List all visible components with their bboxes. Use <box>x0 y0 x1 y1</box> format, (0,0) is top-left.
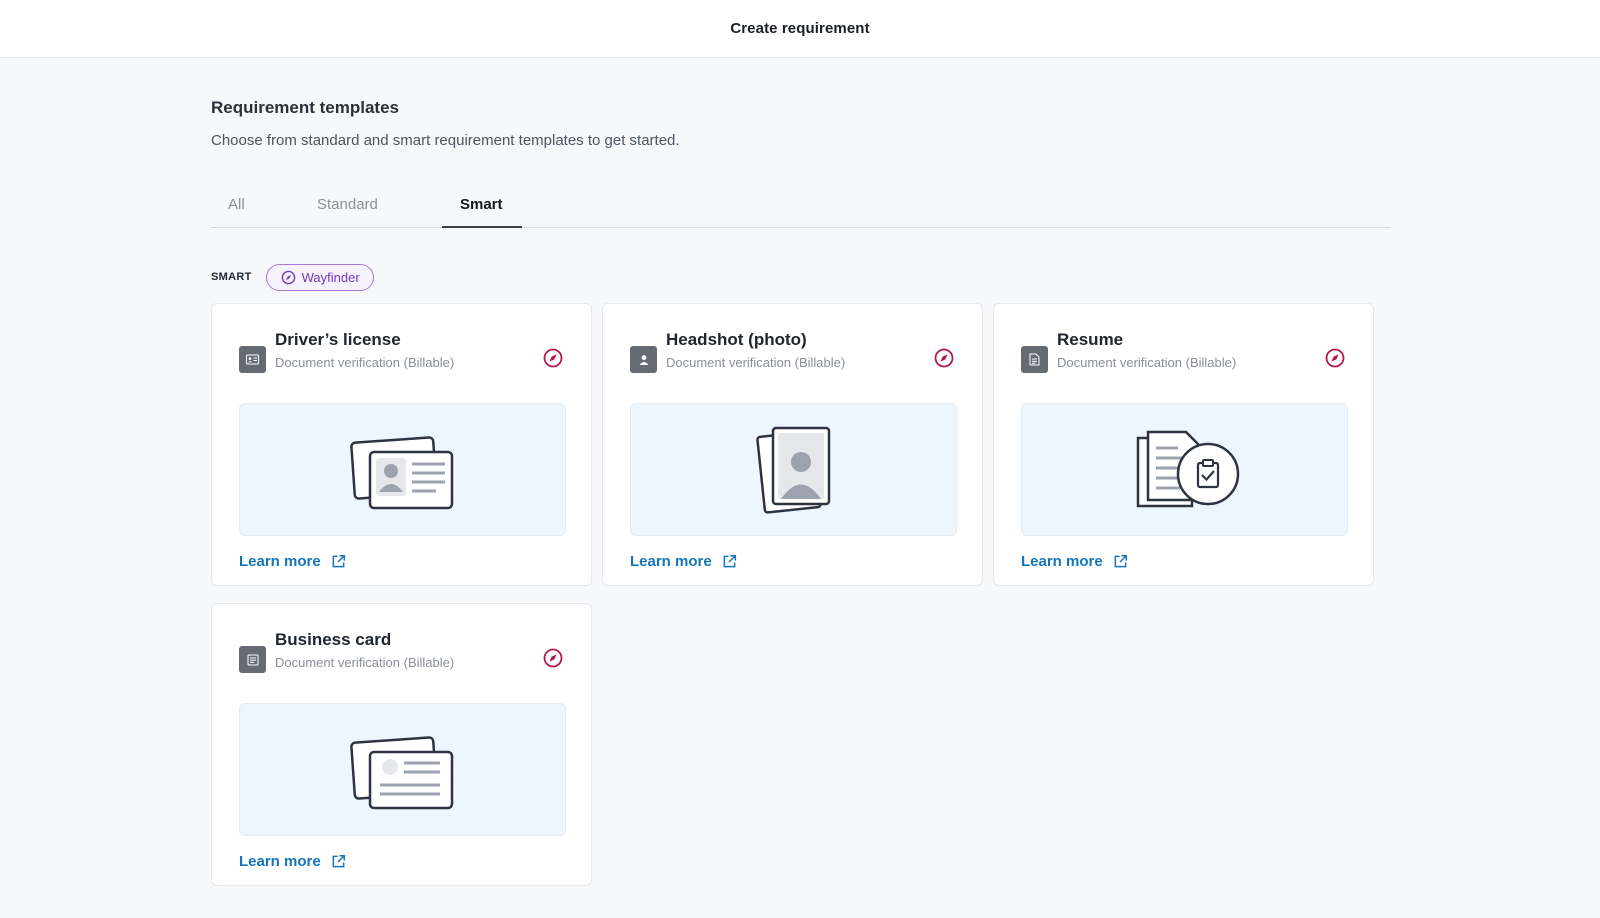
template-card-business-card[interactable]: Business card Document verification (Bil… <box>211 603 592 886</box>
learn-more-label: Learn more <box>239 553 321 570</box>
learn-more-label: Learn more <box>239 853 321 870</box>
resume-illustration <box>1021 403 1348 536</box>
drivers-license-illustration <box>239 403 566 536</box>
learn-more-label: Learn more <box>630 553 712 570</box>
wayfinder-chip[interactable]: Wayfinder <box>265 263 374 291</box>
card-title: Driver’s license <box>275 330 401 349</box>
learn-more-link[interactable]: Learn more <box>1021 553 1128 570</box>
template-card-headshot[interactable]: Headshot (photo) Document verification (… <box>602 303 983 586</box>
compass-icon[interactable] <box>933 347 955 369</box>
card-icon <box>239 646 266 673</box>
compass-icon[interactable] <box>1324 347 1346 369</box>
section-title: Requirement templates <box>211 98 399 117</box>
wayfinder-chip-label: Wayfinder <box>301 269 360 285</box>
card-title: Resume <box>1057 330 1124 349</box>
card-subtitle: Document verification (Billable) <box>666 355 846 370</box>
template-tabs: All Standard Smart <box>211 186 1391 228</box>
external-link-icon <box>1114 554 1127 568</box>
tab-all[interactable]: All <box>228 196 245 213</box>
template-card-drivers-license[interactable]: Driver’s license Document verification (… <box>211 303 592 586</box>
card-subtitle: Document verification (Billable) <box>275 355 455 370</box>
top-bar: Create requirement <box>0 0 1600 58</box>
document-icon <box>1021 346 1048 373</box>
card-subtitle: Document verification (Billable) <box>1057 355 1237 370</box>
learn-more-link[interactable]: Learn more <box>239 553 346 570</box>
card-title: Headshot (photo) <box>666 330 807 349</box>
external-link-icon <box>723 554 736 568</box>
compass-icon[interactable] <box>542 347 564 369</box>
active-tab-indicator <box>442 226 522 228</box>
external-link-icon <box>332 854 345 868</box>
filter-label: SMART <box>211 271 252 283</box>
learn-more-label: Learn more <box>1021 553 1103 570</box>
page-title: Create requirement <box>730 20 870 37</box>
person-icon <box>630 346 657 373</box>
card-subtitle: Document verification (Billable) <box>275 655 455 670</box>
business-card-illustration <box>239 703 566 836</box>
learn-more-link[interactable]: Learn more <box>239 853 346 870</box>
id-card-icon <box>239 346 266 373</box>
tab-standard[interactable]: Standard <box>317 196 378 213</box>
tab-smart[interactable]: Smart <box>460 196 503 213</box>
headshot-illustration <box>630 403 957 536</box>
section-subtitle: Choose from standard and smart requireme… <box>211 132 680 149</box>
learn-more-link[interactable]: Learn more <box>630 553 737 570</box>
compass-icon <box>281 270 295 284</box>
external-link-icon <box>332 554 345 568</box>
filter-row: SMART Wayfinder <box>211 263 374 291</box>
card-title: Business card <box>275 630 392 649</box>
template-card-resume[interactable]: Resume Document verification (Billable) … <box>993 303 1374 586</box>
compass-icon[interactable] <box>542 647 564 669</box>
